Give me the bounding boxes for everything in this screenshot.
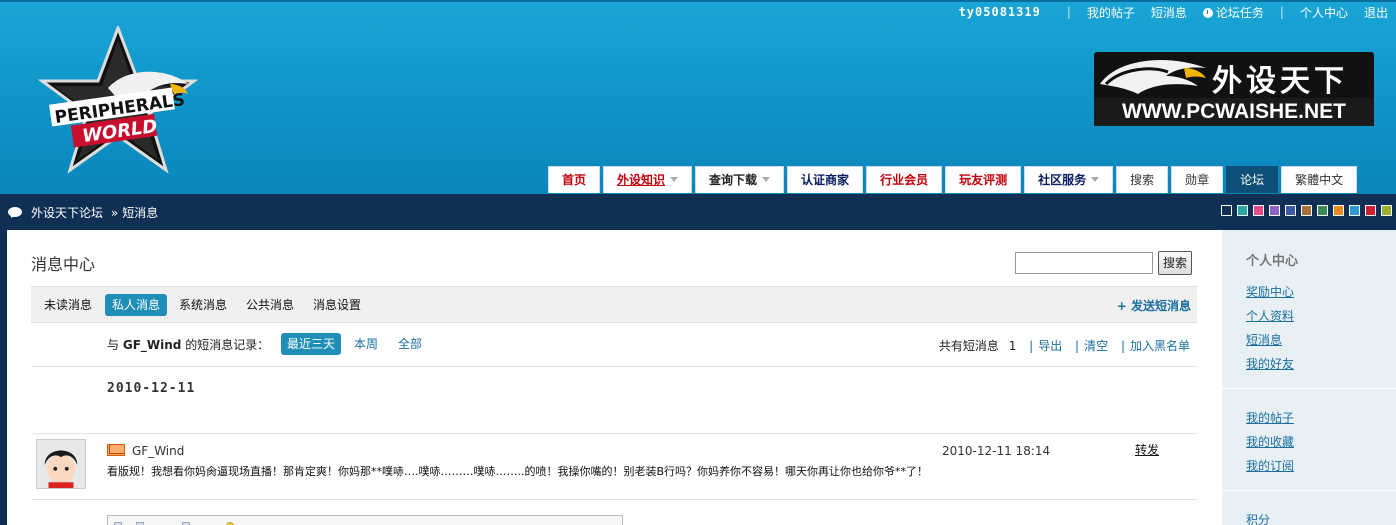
- forum-tasks-link[interactable]: 论坛任务: [1202, 4, 1264, 21]
- theme-swatch[interactable]: [1253, 205, 1264, 216]
- sidebar-item-favorites[interactable]: 我的收藏: [1246, 433, 1294, 450]
- conversation-header: 与 GF_Wind 的短消息记录： 最近三天 本周 全部 共有短消息 1 | 导出…: [31, 323, 1197, 367]
- message-tabs: 未读消息 私人消息 系统消息 公共消息 消息设置 + 发送短消息: [31, 286, 1197, 323]
- breadcrumb-bar: 外设天下论坛 » 短消息: [0, 194, 1396, 230]
- message-center-panel: 消息中心 搜索 未读消息 私人消息 系统消息 公共消息 消息设置 + 发送短消息…: [7, 230, 1222, 525]
- sidebar-item-profile[interactable]: 个人资料: [1246, 307, 1294, 324]
- theme-color-picker: [1221, 205, 1392, 216]
- sidebar-item-points[interactable]: 积分: [1246, 511, 1270, 525]
- search-input[interactable]: [1015, 252, 1153, 274]
- my-posts-link[interactable]: 我的帖子: [1087, 4, 1135, 21]
- tab-settings[interactable]: 消息设置: [306, 294, 368, 316]
- divider: [1222, 388, 1396, 389]
- nav-item-8[interactable]: 勋章: [1171, 166, 1224, 193]
- chevron-down-icon: [670, 177, 679, 182]
- sidebar-item-friends[interactable]: 我的好友: [1246, 355, 1294, 372]
- export-link[interactable]: 导出: [1038, 339, 1062, 353]
- sidebar-item-rewards[interactable]: 奖励中心: [1246, 283, 1294, 300]
- short-messages-link[interactable]: 短消息: [1151, 4, 1187, 21]
- tab-system[interactable]: 系统消息: [172, 294, 234, 316]
- divider: [1222, 490, 1396, 491]
- breadcrumb-home[interactable]: 外设天下论坛: [31, 206, 103, 220]
- logo-chinese-text: 外设天下: [1212, 64, 1348, 99]
- tab-public[interactable]: 公共消息: [239, 294, 301, 316]
- peripherals-world-logo[interactable]: PERIPHERALS WORLD: [38, 26, 198, 176]
- theme-swatch[interactable]: [1333, 205, 1344, 216]
- conversation-actions: 共有短消息 1 | 导出 | 清空 | 加入黑名单: [938, 339, 1190, 353]
- nav-item-9[interactable]: 论坛: [1226, 166, 1279, 193]
- chevron-down-icon: [1091, 177, 1100, 182]
- nav-item-5[interactable]: 玩友评测: [945, 166, 1022, 193]
- theme-swatch[interactable]: [1269, 205, 1280, 216]
- date-heading: 2010-12-11: [107, 381, 196, 396]
- sidebar-item-messages[interactable]: 短消息: [1246, 331, 1282, 348]
- conversation-label: 与 GF_Wind 的短消息记录：: [107, 338, 270, 352]
- breadcrumb: 外设天下论坛 » 短消息: [31, 204, 158, 221]
- theme-swatch[interactable]: [1221, 205, 1232, 216]
- nav-item-3[interactable]: 认证商家: [787, 166, 864, 193]
- chevron-down-icon: [762, 177, 771, 182]
- logo-banner: 外设天下: [1094, 52, 1374, 99]
- forward-link[interactable]: 转发: [1135, 441, 1159, 458]
- nav-item-0[interactable]: 首页: [548, 166, 601, 193]
- theme-swatch[interactable]: [1349, 205, 1360, 216]
- theme-swatch[interactable]: [1365, 205, 1376, 216]
- nav-item-6[interactable]: 社区服务: [1024, 166, 1114, 193]
- blacklist-link[interactable]: 加入黑名单: [1130, 339, 1190, 353]
- send-message-button[interactable]: + 发送短消息: [1117, 297, 1191, 314]
- personal-center-link[interactable]: 个人中心: [1300, 4, 1348, 21]
- username-link[interactable]: ty05081319: [959, 5, 1041, 19]
- logo-url-text: WWW.PCWAISHE.NET: [1094, 98, 1374, 126]
- conversation-user[interactable]: GF_Wind: [123, 338, 182, 352]
- eagle-icon: [1100, 60, 1206, 94]
- logout-link[interactable]: 退出: [1364, 4, 1388, 21]
- filter-all[interactable]: 全部: [392, 333, 428, 355]
- filter-this-week[interactable]: 本周: [348, 333, 384, 355]
- message-body: 看版规！我想看你妈肏逼现场直播！那肯定爽！你妈那**噗哧….噗哧………噗哧…….…: [107, 465, 929, 478]
- clock-icon: [1202, 7, 1213, 18]
- message-count-label: 共有短消息: [938, 339, 999, 353]
- theme-swatch[interactable]: [1301, 205, 1312, 216]
- theme-swatch[interactable]: [1285, 205, 1296, 216]
- breadcrumb-current: 短消息: [122, 206, 159, 220]
- avatar[interactable]: [36, 439, 86, 489]
- sidebar-item-my-posts[interactable]: 我的帖子: [1246, 409, 1294, 426]
- message-time: 2010-12-11 18:14: [942, 444, 1051, 458]
- clear-link[interactable]: 清空: [1084, 339, 1108, 353]
- sidebar: 个人中心 奖励中心 个人资料 短消息 我的好友 我的帖子 我的收藏 我的订阅 积…: [1222, 230, 1396, 525]
- pcwaishe-logo[interactable]: 外设天下 WWW.PCWAISHE.NET: [1094, 52, 1374, 128]
- theme-swatch[interactable]: [1381, 205, 1392, 216]
- divider: [31, 499, 1197, 500]
- theme-swatch[interactable]: [1317, 205, 1328, 216]
- breadcrumb-arrow: »: [110, 206, 119, 220]
- sidebar-item-subscriptions[interactable]: 我的订阅: [1246, 457, 1294, 474]
- theme-swatch[interactable]: [1237, 205, 1248, 216]
- tab-private[interactable]: 私人消息: [105, 294, 168, 316]
- tab-unread[interactable]: 未读消息: [37, 294, 99, 316]
- filter-recent-three-days[interactable]: 最近三天: [281, 333, 342, 355]
- divider: |: [1066, 5, 1071, 19]
- nav-item-10[interactable]: 繁體中文: [1281, 166, 1358, 193]
- sidebar-heading: 个人中心: [1246, 254, 1299, 269]
- main-nav: 首页 外设知识 查询下载 认证商家 行业会员 玩友评测 社区服务 搜索 勋章 论坛 繁體中文: [548, 166, 1358, 193]
- top-user-bar: ty05081319 | 我的帖子 短消息 论坛任务 | 个人中心 退出: [959, 3, 1396, 21]
- reply-editor-toolbar[interactable]: [107, 515, 623, 525]
- divider: [31, 433, 1197, 434]
- divider: |: [1279, 5, 1284, 19]
- site-header: ty05081319 | 我的帖子 短消息 论坛任务 | 个人中心 退出 PER…: [0, 0, 1396, 194]
- nav-item-1[interactable]: 外设知识: [603, 166, 693, 193]
- message-count: 1: [1008, 339, 1017, 353]
- nav-item-2[interactable]: 查询下载: [695, 166, 785, 193]
- avatar-image: [37, 440, 85, 488]
- chat-bubble-icon: [8, 207, 22, 217]
- search-button[interactable]: 搜索: [1158, 251, 1192, 275]
- page-title: 消息中心: [31, 255, 96, 274]
- nav-item-7[interactable]: 搜索: [1116, 166, 1169, 193]
- message-sender[interactable]: GF_Wind: [132, 444, 184, 458]
- nav-item-4[interactable]: 行业会员: [866, 166, 943, 193]
- mail-icon: [107, 444, 125, 456]
